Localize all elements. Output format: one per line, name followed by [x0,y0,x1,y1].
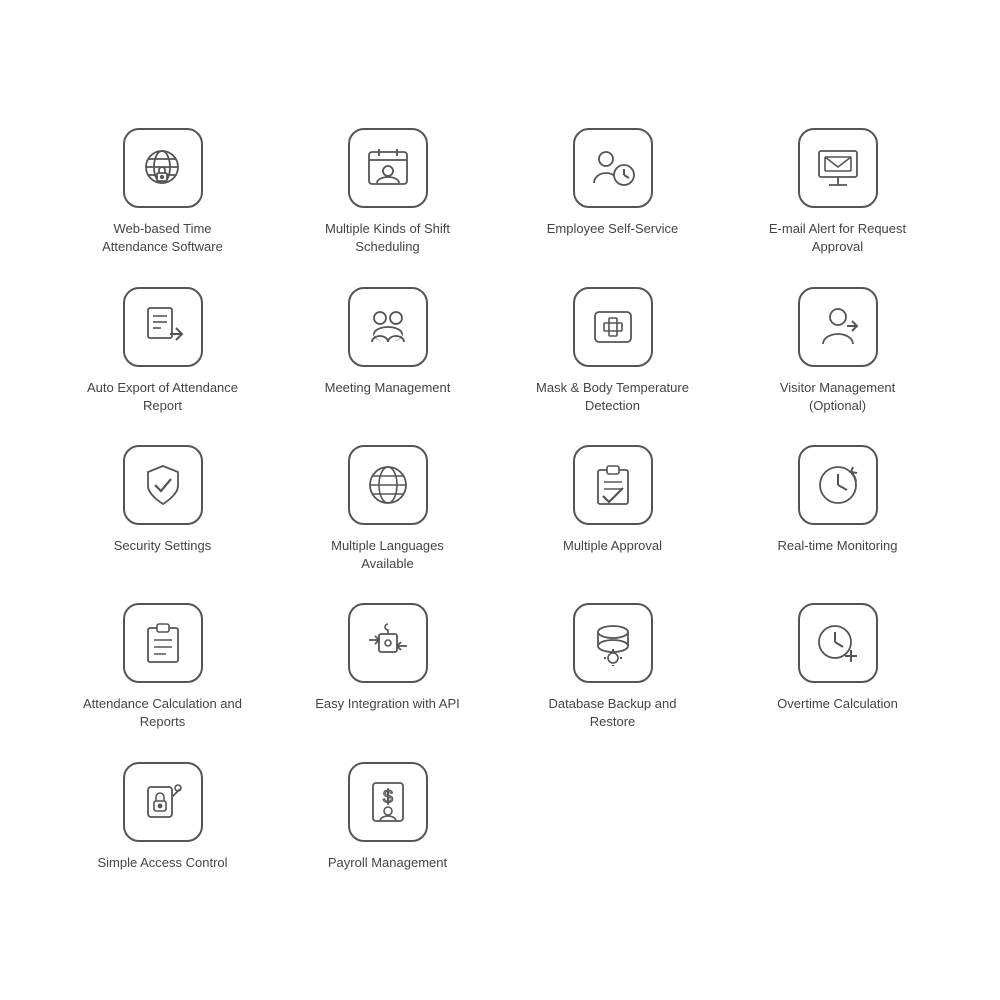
access-control-icon-box [123,762,203,842]
feature-attendance-calc: Attendance Calculation and Reports [60,593,265,741]
realtime-mon-label: Real-time Monitoring [778,537,898,555]
db-backup-icon-box [573,603,653,683]
globe-lock-icon [140,145,186,191]
security-label: Security Settings [114,537,212,555]
feature-db-backup: Database Backup and Restore [510,593,715,741]
feature-meeting-mgmt: Meeting Management [285,277,490,425]
visitor-mgmt-icon-box [798,287,878,367]
feature-shift-scheduling: Multiple Kinds of Shift Scheduling [285,118,490,266]
feature-realtime-mon: Real-time Monitoring [735,435,940,583]
calendar-user-icon [365,145,411,191]
person-clock-icon [590,145,636,191]
dollar-person-icon: $ [365,779,411,825]
payroll-label: Payroll Management [328,854,447,872]
realtime-mon-icon-box [798,445,878,525]
easy-integration-label: Easy Integration with API [315,695,460,713]
self-service-icon-box [573,128,653,208]
features-grid: Web-based Time Attendance Software Multi… [0,58,1000,942]
multi-approval-label: Multiple Approval [563,537,662,555]
self-service-label: Employee Self-Service [547,220,679,238]
web-based-time-icon-box [123,128,203,208]
db-backup-label: Database Backup and Restore [533,695,693,731]
feature-easy-integration: Easy Integration with API [285,593,490,741]
access-control-label: Simple Access Control [97,854,227,872]
attendance-calc-label: Attendance Calculation and Reports [83,695,243,731]
feature-security: Security Settings [60,435,265,583]
globe-gear-icon [365,462,411,508]
shield-check-icon [140,462,186,508]
payroll-icon-box: $ [348,762,428,842]
puzzle-arrows-icon [365,620,411,666]
overtime-icon-box [798,603,878,683]
email-alert-label: E-mail Alert for Request Approval [758,220,918,256]
overtime-label: Overtime Calculation [777,695,898,713]
meeting-mgmt-icon-box [348,287,428,367]
easy-integration-icon-box [348,603,428,683]
feature-overtime: Overtime Calculation [735,593,940,741]
meeting-mgmt-label: Meeting Management [325,379,451,397]
multi-lang-icon-box [348,445,428,525]
visitor-icon [815,304,861,350]
feature-multi-approval: Multiple Approval [510,435,715,583]
web-based-time-label: Web-based Time Attendance Software [83,220,243,256]
feature-email-alert: E-mail Alert for Request Approval [735,118,940,266]
svg-text:$: $ [382,787,392,807]
clipboard-list-icon [140,620,186,666]
email-monitor-icon [815,145,861,191]
checklist-check-icon [590,462,636,508]
visitor-mgmt-label: Visitor Management (Optional) [758,379,918,415]
database-gear-icon [590,620,636,666]
first-aid-face-icon [590,304,636,350]
mask-temp-label: Mask & Body Temperature Detection [533,379,693,415]
feature-multi-lang: Multiple Languages Available [285,435,490,583]
auto-export-icon-box [123,287,203,367]
multi-lang-label: Multiple Languages Available [308,537,468,573]
export-doc-icon [140,304,186,350]
attendance-calc-icon-box [123,603,203,683]
meeting-icon [365,304,411,350]
feature-visitor-mgmt: Visitor Management (Optional) [735,277,940,425]
feature-self-service: Employee Self-Service [510,118,715,266]
email-alert-icon-box [798,128,878,208]
feature-auto-export: Auto Export of Attendance Report [60,277,265,425]
shift-scheduling-label: Multiple Kinds of Shift Scheduling [308,220,468,256]
auto-export-label: Auto Export of Attendance Report [83,379,243,415]
mask-temp-icon-box [573,287,653,367]
feature-web-based-time: Web-based Time Attendance Software [60,118,265,266]
feature-payroll: $ Payroll Management [285,752,490,882]
shift-scheduling-icon-box [348,128,428,208]
key-card-icon [140,779,186,825]
clock-plus-icon [815,620,861,666]
security-icon-box [123,445,203,525]
multi-approval-icon-box [573,445,653,525]
feature-mask-temp: Mask & Body Temperature Detection [510,277,715,425]
clock-arrow-icon [815,462,861,508]
feature-access-control: Simple Access Control [60,752,265,882]
